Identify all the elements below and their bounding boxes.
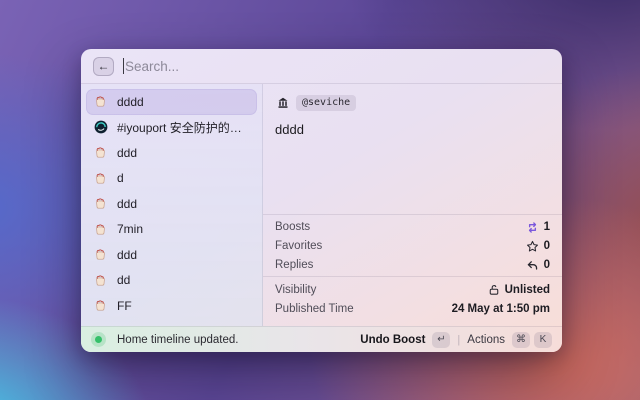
unlock-icon <box>488 284 500 296</box>
search-palette-window: ← dddd#iyouport 安全防护的基本思路。…ddddddd7mindd… <box>81 49 562 352</box>
detail-row-value-text: 0 <box>544 259 550 271</box>
keycap-icon: ⌘ <box>512 332 530 348</box>
reply-icon <box>526 259 539 272</box>
return-key-icon: ↵ <box>432 332 450 348</box>
list-item[interactable]: ddd <box>86 191 257 217</box>
list-item[interactable]: ddd <box>86 242 257 268</box>
list-item-label: d <box>117 171 124 185</box>
list-item-label: dddd <box>117 95 144 109</box>
custom-emoji-icon <box>93 222 108 237</box>
list-item-label: ddd <box>117 248 137 262</box>
desktop-wallpaper: { "colors": { "boost_accent": "#7b58dc",… <box>0 0 640 400</box>
search-field-wrap <box>123 58 550 74</box>
detail-panel: @seviche dddd Boosts1Favorites0Replies0 … <box>263 84 562 326</box>
status-dot-icon <box>95 336 102 343</box>
custom-emoji-icon <box>93 196 108 211</box>
status-content: @seviche dddd <box>263 84 562 214</box>
list-item-label: FF <box>117 299 132 313</box>
list-item[interactable]: FF <box>86 293 257 319</box>
custom-emoji-icon <box>93 171 108 186</box>
classical-building-icon <box>275 96 290 111</box>
main-area: dddd#iyouport 安全防护的基本思路。…ddddddd7mindddd… <box>81 84 562 326</box>
detail-row: Favorites 0 <box>275 237 550 256</box>
list-item-label: 7min <box>117 222 143 236</box>
detail-row: Boosts 1 <box>275 218 550 237</box>
boost-icon <box>526 221 539 234</box>
detail-row-value-text: 0 <box>544 240 550 252</box>
custom-emoji-icon <box>93 145 108 160</box>
detail-row-value: 0 <box>526 259 550 272</box>
stats-section: Boosts 1 Favorites 0 Replies 0 <box>263 214 562 276</box>
detail-row-value: 24 May at 1:50 pm <box>452 303 550 315</box>
arrow-left-icon: ← <box>98 60 110 72</box>
list-item-label: ddd <box>117 197 137 211</box>
detail-row-value: 0 <box>526 240 550 253</box>
detail-row-label: Published Time <box>275 303 354 315</box>
actions-button[interactable]: Actions <box>467 334 505 346</box>
search-input[interactable] <box>125 59 550 74</box>
author-row: @seviche <box>275 95 550 111</box>
text-caret <box>123 58 124 74</box>
undo-boost-button[interactable]: Undo Boost <box>360 334 425 346</box>
list-item-label: ddd <box>117 146 137 160</box>
author-handle-badge[interactable]: @seviche <box>296 95 356 111</box>
footer-actions: Undo Boost ↵ | Actions ⌘K <box>360 332 552 348</box>
detail-row-value: Unlisted <box>488 284 550 296</box>
search-header: ← <box>81 49 562 84</box>
detail-row-label: Visibility <box>275 284 316 296</box>
detail-row-value-text: Unlisted <box>505 284 550 296</box>
detail-row: Replies 0 <box>275 256 550 275</box>
list-item[interactable]: ddd <box>86 140 257 166</box>
custom-emoji-icon <box>93 247 108 262</box>
list-item[interactable]: dddd <box>86 89 257 115</box>
list-item-label: #iyouport 安全防护的基本思路。… <box>117 119 250 136</box>
detail-row: Visibility Unlisted <box>275 280 550 299</box>
detail-row-value-text: 1 <box>544 221 550 233</box>
detail-row: Published Time 24 May at 1:50 pm <box>275 299 550 318</box>
back-button[interactable]: ← <box>93 57 114 76</box>
list-item-label: dd <box>117 273 130 287</box>
results-list: dddd#iyouport 安全防护的基本思路。…ddddddd7mindddd… <box>81 84 263 326</box>
star-icon <box>526 240 539 253</box>
footer-bar: Home timeline updated. Undo Boost ↵ | Ac… <box>81 326 562 352</box>
footer-separator: | <box>457 334 460 346</box>
detail-row-value-text: 24 May at 1:50 pm <box>452 303 550 315</box>
detail-row-value: 1 <box>526 221 550 234</box>
list-item[interactable]: d <box>86 166 257 192</box>
detail-row-label: Favorites <box>275 240 322 252</box>
meta-section: Visibility Unlisted Published Time 24 May a… <box>263 276 562 326</box>
avatar-icon <box>93 120 108 135</box>
keycap-icon: K <box>534 332 552 348</box>
custom-emoji-icon <box>93 273 108 288</box>
list-item[interactable]: dd <box>86 268 257 294</box>
list-item[interactable]: 7min <box>86 217 257 243</box>
status-text: dddd <box>275 122 550 137</box>
custom-emoji-icon <box>93 94 108 109</box>
list-item[interactable]: #iyouport 安全防护的基本思路。… <box>86 115 257 141</box>
footer-status-text: Home timeline updated. <box>117 334 238 346</box>
action-keycaps: ⌘K <box>512 332 552 348</box>
custom-emoji-icon <box>93 298 108 313</box>
detail-row-label: Boosts <box>275 221 310 233</box>
detail-row-label: Replies <box>275 259 313 271</box>
